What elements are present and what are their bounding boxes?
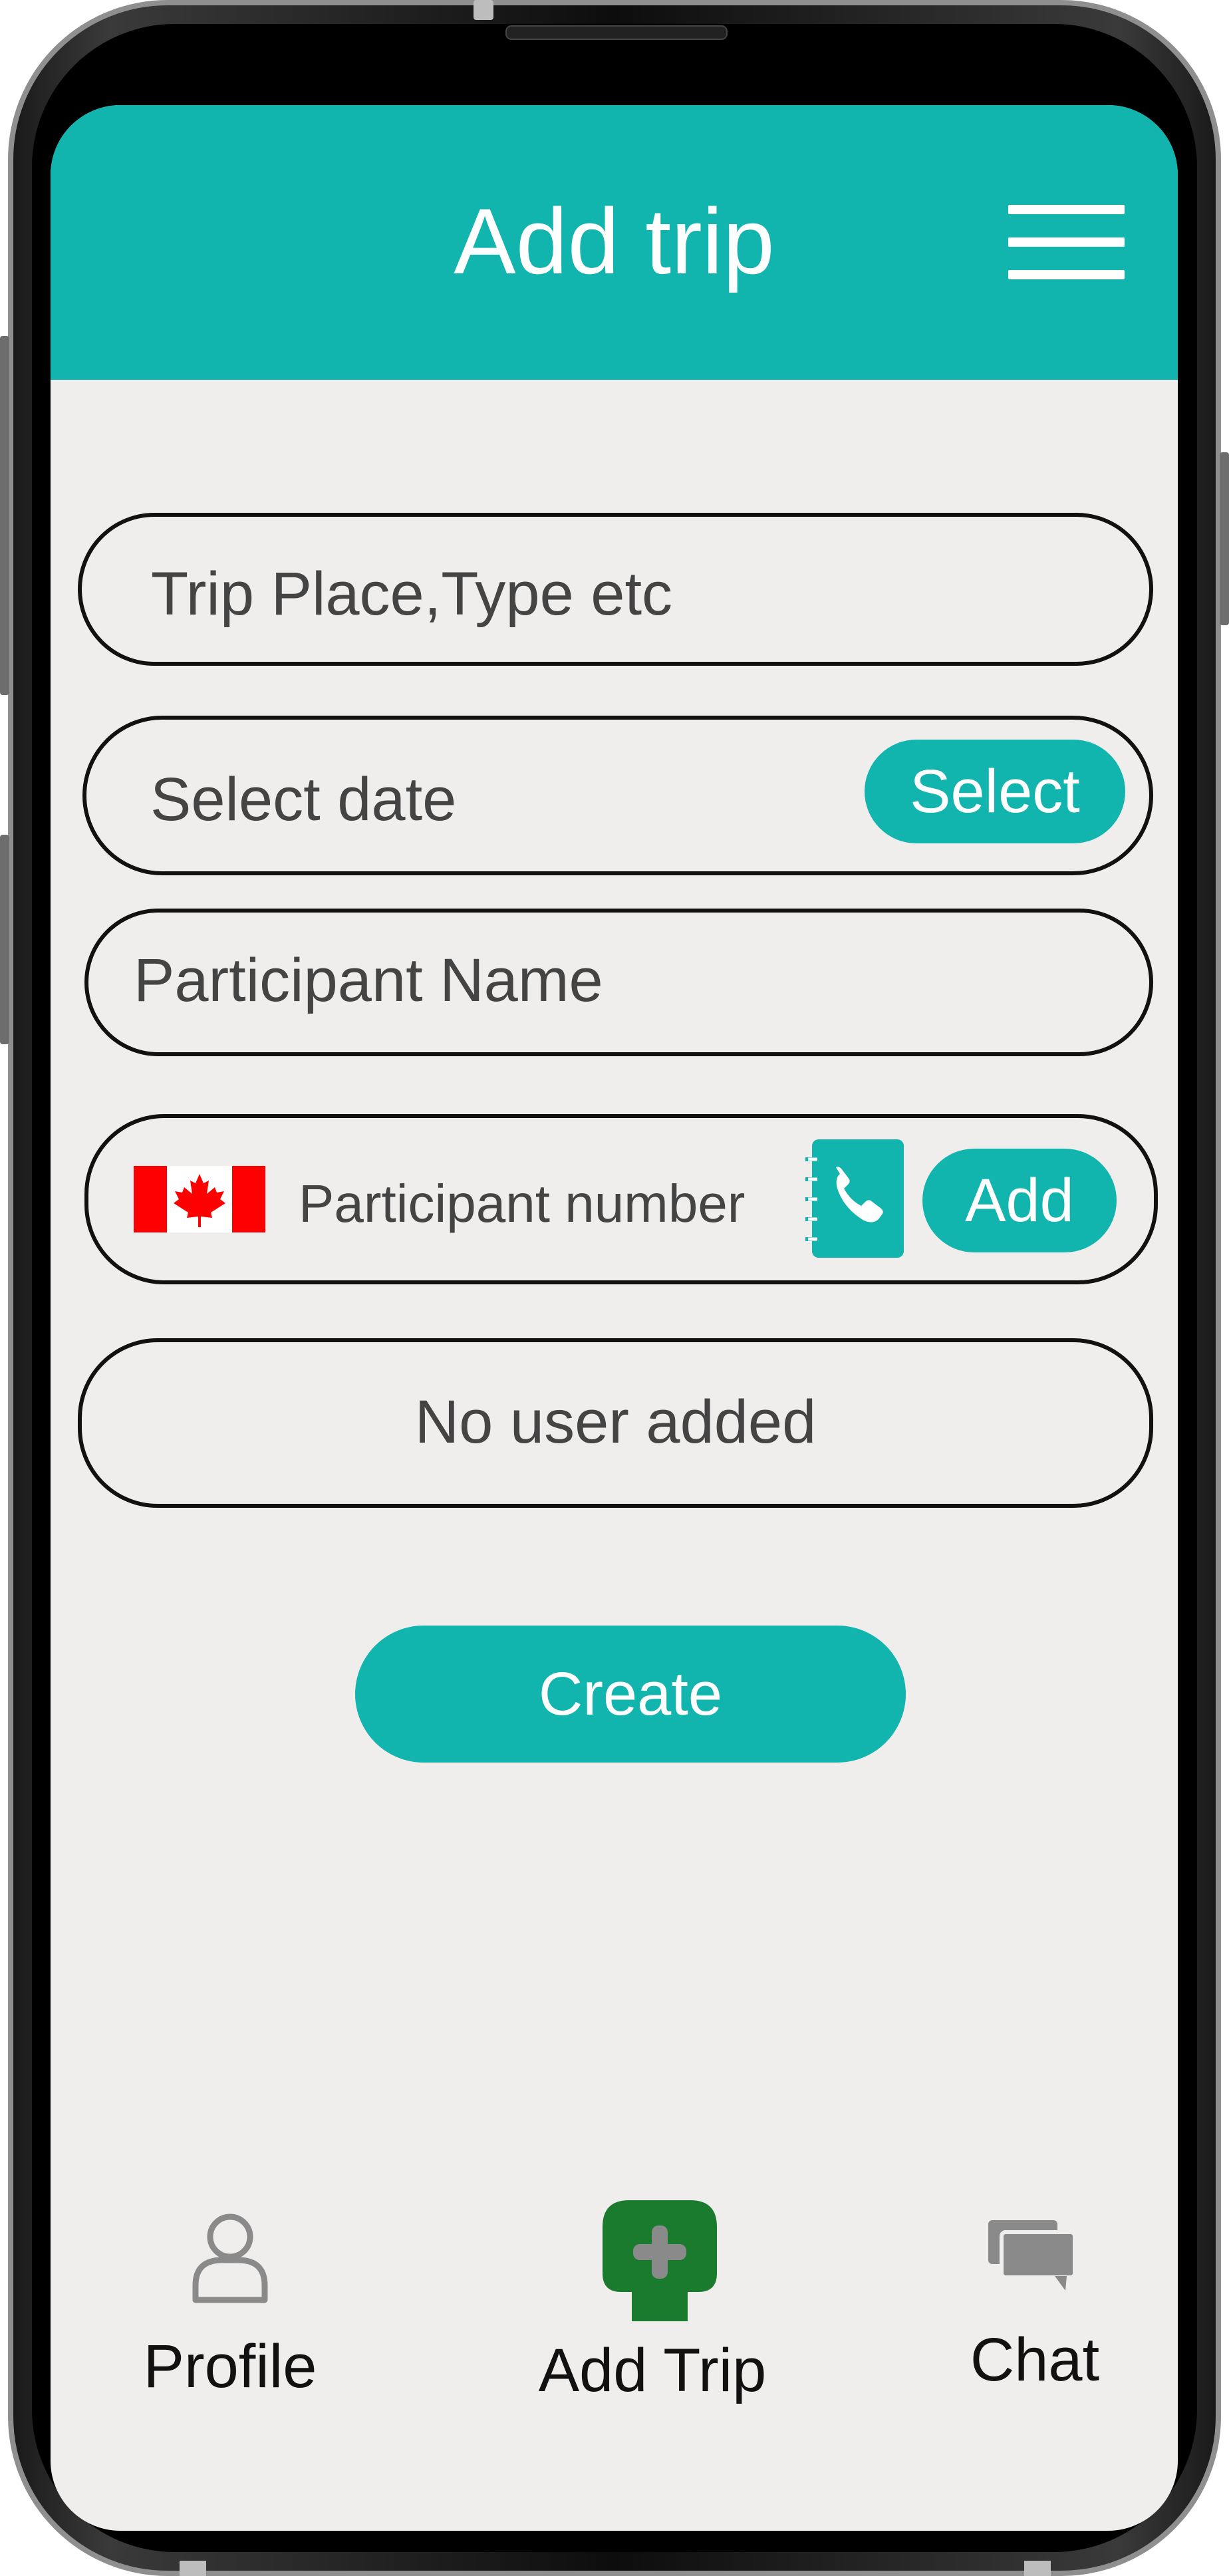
app-header: Add trip xyxy=(51,105,1178,380)
participants-list: No user added xyxy=(78,1338,1153,1508)
nav-item-chat[interactable]: Chat xyxy=(942,2200,1128,2420)
right-side-button xyxy=(1220,452,1229,625)
create-button[interactable]: Create xyxy=(355,1626,906,1763)
participant-name-placeholder: Participant Name xyxy=(134,946,603,1014)
bottom-port-left xyxy=(180,2561,206,2576)
participant-name-input[interactable]: Participant Name xyxy=(84,909,1153,1056)
trip-place-input[interactable]: Trip Place,Type etc xyxy=(78,513,1153,666)
nav-item-add-trip[interactable]: Add Trip xyxy=(529,2200,775,2426)
bottom-port-right xyxy=(1024,2561,1051,2576)
phonebook-icon[interactable] xyxy=(805,1139,904,1258)
bottom-nav: Profile Add Trip Chat xyxy=(51,2200,1178,2480)
canada-flag-icon[interactable] xyxy=(134,1166,265,1232)
date-field[interactable]: Select date Select xyxy=(82,716,1153,875)
plus-icon xyxy=(603,2200,717,2321)
nav-label-chat: Chat xyxy=(970,2326,1100,2394)
date-label: Select date xyxy=(150,766,457,833)
nav-label-add-trip: Add Trip xyxy=(538,2337,767,2404)
trip-place-placeholder: Trip Place,Type etc xyxy=(151,560,673,628)
user-icon xyxy=(190,2210,270,2303)
hamburger-menu-icon[interactable] xyxy=(1008,205,1125,279)
chat-icon xyxy=(988,2220,1077,2292)
left-side-button xyxy=(0,336,9,695)
nav-label-profile: Profile xyxy=(143,2333,317,2400)
select-date-button[interactable]: Select xyxy=(865,740,1125,843)
top-notch xyxy=(474,0,493,20)
app-screen: Add trip Trip Place,Type etc Select date… xyxy=(51,105,1178,2531)
add-participant-button[interactable]: Add xyxy=(922,1149,1117,1252)
earpiece-speaker xyxy=(505,25,728,40)
left-side-button-2 xyxy=(0,835,9,1044)
participant-number-field[interactable]: Participant number Add xyxy=(84,1114,1158,1284)
participant-number-placeholder: Participant number xyxy=(299,1174,746,1233)
nav-item-profile[interactable]: Profile xyxy=(124,2200,337,2420)
no-user-text: No user added xyxy=(414,1388,817,1456)
